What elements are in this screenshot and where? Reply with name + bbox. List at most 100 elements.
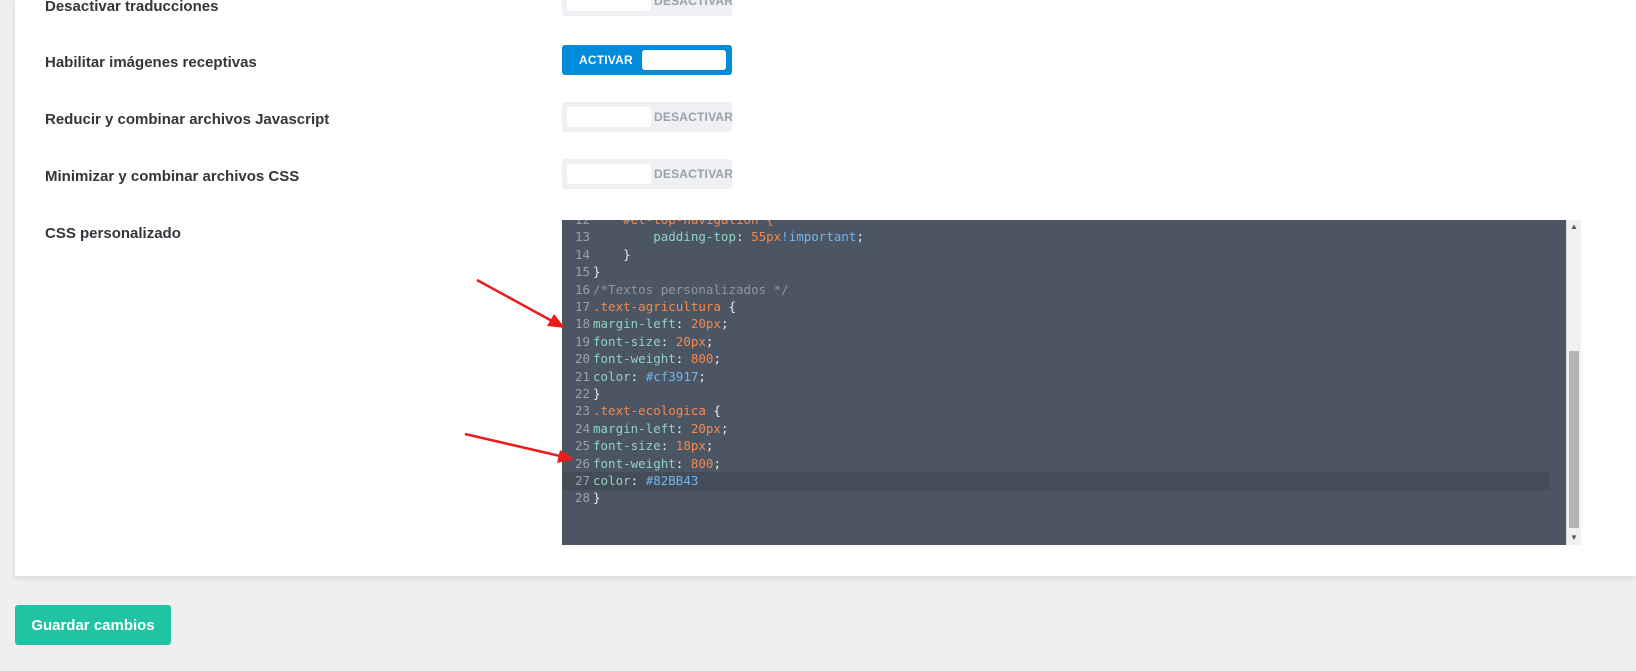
toggle-knob: [567, 164, 651, 184]
setting-label-minify-css: Minimizar y combinar archivos CSS: [45, 168, 300, 185]
code-token: .text-ecologica: [593, 403, 706, 419]
code-token: {: [705, 403, 721, 419]
code-token: :: [675, 316, 691, 332]
custom-css-editor[interactable]: 12 #et-top-navigation {13 padding-top: 5…: [562, 220, 1580, 545]
code-token: color: [593, 473, 631, 488]
code-token: :: [675, 351, 691, 367]
toggle-state-text: DESACTIVAR: [654, 167, 734, 181]
code-line[interactable]: 23 .text-ecologica {: [562, 402, 1550, 420]
code-line[interactable]: 28}: [562, 489, 1550, 507]
line-number: 21: [574, 368, 590, 384]
save-changes-button[interactable]: Guardar cambios: [15, 605, 171, 645]
line-number: 19: [574, 333, 590, 349]
toggle-knob: [567, 0, 651, 11]
line-number: 25: [574, 438, 590, 454]
custom-css-label: CSS personalizado: [45, 225, 181, 242]
code-token: font-weight: [593, 351, 676, 367]
line-number: 15: [574, 264, 590, 280]
code-token: ;: [856, 229, 864, 245]
line-number: 16: [574, 281, 590, 297]
line-number: 13: [574, 229, 590, 245]
code-token: :: [660, 333, 676, 349]
code-token: .text-agricultura: [593, 299, 721, 314]
code-token: color: [593, 368, 631, 384]
toggle-minify-css[interactable]: DESACTIVAR: [562, 159, 734, 189]
editor-scrollbar[interactable]: ▲ ▼: [1566, 220, 1581, 545]
code-line[interactable]: 14 }: [562, 246, 1550, 264]
code-token: }: [593, 246, 631, 262]
code-token: margin-left: [593, 420, 676, 436]
code-token: 55px: [751, 229, 782, 245]
line-number: 27: [574, 473, 590, 488]
code-token: 20px: [675, 333, 706, 349]
toggle-state-text: DESACTIVAR: [654, 110, 734, 124]
code-token: font-size: [593, 333, 661, 349]
setting-label-translations: Desactivar traducciones: [45, 0, 219, 15]
code-token: :: [675, 420, 691, 436]
line-number: 17: [574, 299, 590, 314]
toggle-minify-js[interactable]: DESACTIVAR: [562, 102, 734, 132]
code-token: }: [593, 264, 601, 280]
code-token: :: [675, 455, 691, 471]
code-line[interactable]: 13 padding-top: 55px!important;: [562, 228, 1550, 246]
line-number: 26: [574, 455, 590, 471]
code-line[interactable]: 17 .text-agricultura {: [562, 298, 1550, 316]
code-token: #82BB43: [645, 473, 699, 488]
line-number: 14: [574, 246, 590, 262]
code-token: ;: [698, 368, 706, 384]
code-token: {: [720, 299, 736, 314]
code-token: ;: [705, 333, 714, 349]
toggle-state-text: DESACTIVAR: [654, 0, 734, 8]
code-token: 18px: [675, 438, 706, 454]
code-token: }: [593, 386, 601, 401]
code-token: ;: [713, 351, 721, 367]
code-line[interactable]: 19 font-size: 20px;: [562, 333, 1550, 351]
scroll-down-arrow-icon[interactable]: ▼: [1567, 531, 1581, 545]
code-line[interactable]: 22}: [562, 385, 1550, 403]
line-number: 28: [574, 490, 590, 506]
code-line[interactable]: 25 font-size: 18px;: [562, 437, 1550, 455]
code-token: 20px: [690, 316, 721, 332]
code-token: margin-left: [593, 316, 676, 332]
code-line[interactable]: 21 color: #cf3917;: [562, 368, 1550, 386]
setting-label-responsive-images: Habilitar imágenes receptivas: [45, 54, 257, 71]
toggle-knob: [567, 107, 651, 127]
toggle-knob: [642, 50, 726, 70]
line-number: 20: [574, 351, 590, 367]
code-token: font-size: [593, 438, 661, 454]
code-token: :: [736, 229, 752, 245]
setting-label-minify-js: Reducir y combinar archivos Javascript: [45, 111, 330, 128]
toggle-state-text: ACTIVAR: [579, 53, 633, 67]
scrollbar-thumb[interactable]: [1569, 351, 1579, 528]
code-token: #cf3917: [645, 368, 699, 384]
code-token: #et-top-navigation {: [593, 220, 774, 227]
code-line[interactable]: 18 margin-left: 20px;: [562, 315, 1550, 333]
code-token: /*Textos personalizados */: [593, 281, 789, 297]
code-token: :: [630, 473, 646, 488]
scroll-up-arrow-icon[interactable]: ▲: [1567, 220, 1581, 234]
code-token: 20px: [690, 420, 721, 436]
line-number: 24: [574, 420, 590, 436]
code-token: 800: [690, 455, 714, 471]
code-line[interactable]: 20 font-weight: 800;: [562, 350, 1550, 368]
code-token: !important: [781, 229, 857, 245]
line-number: 22: [574, 386, 590, 401]
line-number: 23: [574, 403, 590, 419]
toggle-responsive-images[interactable]: ACTIVAR: [562, 45, 732, 75]
code-line[interactable]: 24 margin-left: 20px;: [562, 420, 1550, 438]
code-line[interactable]: 16/*Textos personalizados */: [562, 281, 1550, 299]
toggle-translations[interactable]: DESACTIVAR: [562, 0, 734, 16]
code-line[interactable]: 27 color: #82BB43: [562, 472, 1550, 490]
code-token: :: [630, 368, 646, 384]
code-line[interactable]: 15}: [562, 263, 1550, 281]
code-token: }: [593, 490, 601, 506]
line-number: 18: [574, 316, 590, 332]
code-token: padding-top: [593, 229, 736, 245]
code-token: 800: [690, 351, 714, 367]
code-token: ;: [705, 438, 714, 454]
code-token: :: [660, 438, 676, 454]
code-line[interactable]: 26 font-weight: 800;: [562, 455, 1550, 473]
code-token: ;: [720, 316, 729, 332]
code-token: ;: [720, 420, 729, 436]
code-token: ;: [713, 455, 721, 471]
